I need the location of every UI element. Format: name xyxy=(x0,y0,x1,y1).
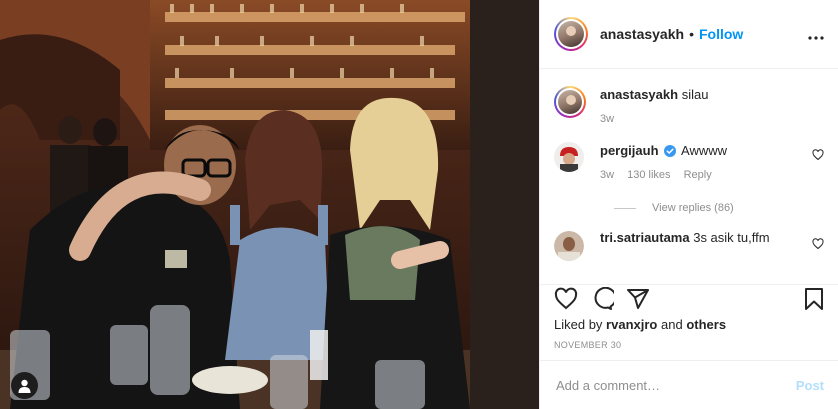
comment-username[interactable]: pergijauh xyxy=(600,143,659,158)
author-username[interactable]: anastasyakh xyxy=(600,26,684,42)
caption-row: anastasyakh silau 3w xyxy=(554,86,824,128)
post-comment-button[interactable]: Post xyxy=(796,378,824,393)
replies-divider xyxy=(614,207,636,209)
comment-body: pergijauh Awwww 3w 130 likes Reply xyxy=(600,142,804,184)
post-date[interactable]: NOVEMBER 30 xyxy=(554,340,824,350)
caption-avatar[interactable] xyxy=(554,86,586,118)
liked-by-user[interactable]: rvanxjro xyxy=(606,317,657,332)
bookmark-icon[interactable] xyxy=(804,287,824,311)
caption-body: anastasyakh silau 3w xyxy=(600,86,824,128)
comment-likes[interactable]: 130 likes xyxy=(627,169,670,181)
liked-by-and: and xyxy=(660,317,683,332)
caption-username[interactable]: anastasyakh xyxy=(600,87,678,102)
post-actions: Liked by rvanxjro and others NOVEMBER 30 xyxy=(540,284,838,350)
liked-by-others[interactable]: others xyxy=(686,317,726,332)
separator-dot: • xyxy=(689,26,694,42)
reply-button[interactable]: Reply xyxy=(684,169,712,181)
verified-badge-icon xyxy=(664,145,677,157)
photo-illustration xyxy=(0,0,539,409)
post-photo[interactable] xyxy=(0,0,539,409)
follow-button[interactable]: Follow xyxy=(699,26,743,42)
post-sidebar: anastasyakh • Follow anastasyakh silau 3… xyxy=(539,0,838,409)
view-replies-button[interactable]: View replies (86) xyxy=(614,202,824,214)
share-send-icon[interactable] xyxy=(626,287,650,311)
comment-bubble-icon[interactable] xyxy=(590,286,614,311)
comment-text: Awwww xyxy=(681,143,728,158)
comments-list[interactable]: anastasyakh silau 3w pergijauh Awwww 3w … xyxy=(540,70,838,284)
comment-time[interactable]: 3w xyxy=(600,169,614,181)
post-modal: anastasyakh • Follow anastasyakh silau 3… xyxy=(0,0,838,409)
like-heart-icon[interactable] xyxy=(554,287,578,311)
comment-body: tri.satriautama 3s asik tu,ffm xyxy=(600,229,804,247)
commenter-avatar[interactable] xyxy=(554,231,584,261)
comment-item: tri.satriautama 3s asik tu,ffm xyxy=(554,229,824,261)
comment-item: pergijauh Awwww 3w 130 likes Reply xyxy=(554,142,824,184)
post-header: anastasyakh • Follow xyxy=(540,0,838,69)
like-comment-heart-icon[interactable] xyxy=(812,149,824,161)
caption-meta: 3w xyxy=(600,110,824,128)
commenter-avatar[interactable] xyxy=(554,142,584,172)
liked-by-prefix: Liked by xyxy=(554,317,603,332)
liked-by: Liked by rvanxjro and others xyxy=(554,317,824,332)
comment-username[interactable]: tri.satriautama xyxy=(600,230,690,245)
comment-text: 3s asik tu,ffm xyxy=(693,230,770,245)
action-icons xyxy=(554,285,824,312)
view-replies-label[interactable]: View replies (86) xyxy=(652,202,734,214)
like-comment-heart-icon[interactable] xyxy=(812,238,824,250)
add-comment-bar: Post xyxy=(540,360,838,409)
comment-meta: 3w 130 likes Reply xyxy=(600,166,804,184)
caption-text: silau xyxy=(681,87,709,102)
user-tag-icon[interactable] xyxy=(11,372,38,399)
more-options-icon[interactable] xyxy=(808,24,824,45)
author-avatar[interactable] xyxy=(554,17,588,51)
comment-input[interactable] xyxy=(554,376,796,394)
caption-time[interactable]: 3w xyxy=(600,113,614,125)
